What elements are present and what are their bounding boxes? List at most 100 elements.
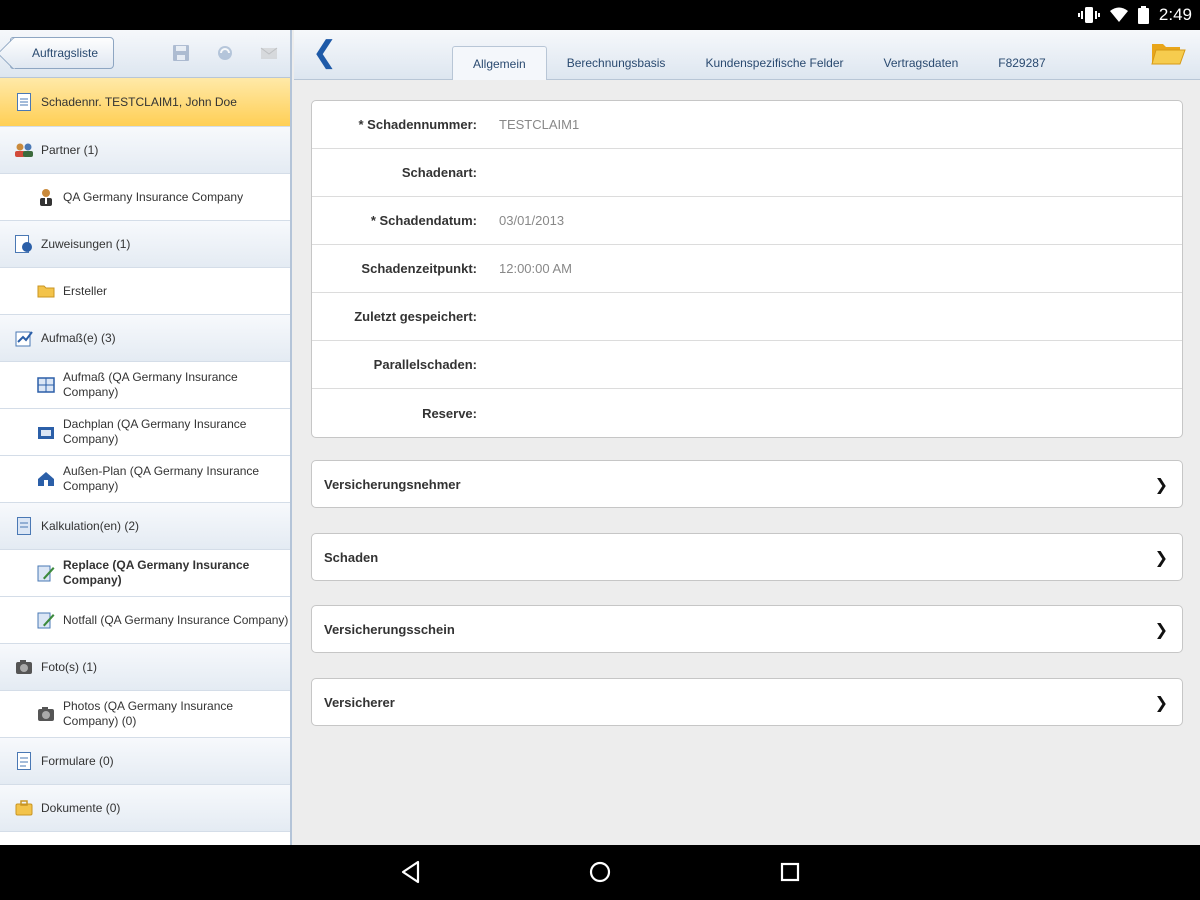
home-nav-icon[interactable] <box>587 859 613 885</box>
section-title: Schaden <box>324 549 379 565</box>
back-nav-icon[interactable] <box>398 859 424 885</box>
assignment-icon <box>14 234 34 254</box>
system-navigation-bar <box>0 845 1200 900</box>
section-policy[interactable]: Versicherungsschein ❯ <box>311 605 1183 653</box>
order-list-back-label: Auftragsliste <box>31 46 99 60</box>
tree-item-label: Photos (QA Germany Insurance Company) (0… <box>63 699 234 728</box>
status-icons: 2:49 <box>1077 4 1192 26</box>
sidebar: Auftragsliste Schadennr. TESTCLAIM1, Joh… <box>0 30 292 845</box>
tree-item-label: Zuweisungen (1) <box>41 236 131 251</box>
field-row-claim-date: * Schadendatum: 03/01/2013 <box>312 197 1182 245</box>
mail-icon[interactable] <box>260 44 278 62</box>
claim-time-value[interactable]: 12:00:00 AM <box>499 261 572 276</box>
calculation-icon <box>14 516 34 536</box>
recents-nav-icon[interactable] <box>777 859 803 885</box>
sidebar-toolbar: Auftragsliste <box>0 30 290 78</box>
tree-item-label: QA Germany Insurance Company <box>63 189 244 204</box>
tree-item-label: Kalkulation(en) (2) <box>41 518 140 533</box>
tab-custom-fields[interactable]: Kundenspezifische Felder <box>685 46 863 80</box>
tree-category-documents[interactable]: Dokumente (0) <box>0 785 290 832</box>
edit-doc-icon <box>36 610 56 630</box>
field-row-last-saved: Zuletzt gespeichert: <box>312 293 1182 341</box>
tree-item-label: Replace (QA Germany Insurance Company) <box>63 558 250 587</box>
wifi-icon <box>1109 7 1128 22</box>
section-title: Versicherungsnehmer <box>324 476 461 492</box>
tree-item-roofplan[interactable]: Dachplan (QA Germany Insurance Company) <box>0 409 290 456</box>
tree-item-partner-company[interactable]: QA Germany Insurance Company <box>0 174 290 221</box>
chevron-right-icon: ❯ <box>1154 474 1168 494</box>
field-label: Schadenart: <box>401 165 477 180</box>
tree-item-calc-replace[interactable]: Replace (QA Germany Insurance Company) <box>0 550 290 597</box>
tree-item-creator[interactable]: Ersteller <box>0 268 290 315</box>
app-window: Auftragsliste Schadennr. TESTCLAIM1, Joh… <box>0 30 1200 845</box>
vibrate-icon <box>1077 7 1100 23</box>
tree-item-photos[interactable]: Photos (QA Germany Insurance Company) (0… <box>0 691 290 738</box>
tab-general[interactable]: Allgemein <box>452 46 547 80</box>
tree-item-claim[interactable]: Schadennr. TESTCLAIM1, John Doe <box>0 78 290 127</box>
open-folder-icon[interactable] <box>1150 38 1186 68</box>
tab-calculation-basis[interactable]: Berechnungsbasis <box>547 46 686 80</box>
tree-item-label: Aufmaß(e) (3) <box>41 330 116 345</box>
briefcase-icon <box>14 798 34 818</box>
tree-category-partner[interactable]: Partner (1) <box>0 127 290 174</box>
main-toolbar: ❮ Allgemein Berechnungsbasis Kundenspezi… <box>294 30 1200 80</box>
document-icon <box>14 92 34 112</box>
tree-item-label: Partner (1) <box>41 142 99 157</box>
tree-item-label: Außen-Plan (QA Germany Insurance Company… <box>63 464 260 493</box>
chevron-right-icon: ❯ <box>1154 547 1168 567</box>
claim-number-value[interactable]: TESTCLAIM1 <box>499 117 579 132</box>
field-label: Parallelschaden: <box>373 357 477 372</box>
section-policyholder[interactable]: Versicherungsnehmer ❯ <box>311 460 1183 508</box>
field-row-claim-number: * Schadennummer: TESTCLAIM1 <box>312 101 1182 149</box>
section-insurer[interactable]: Versicherer ❯ <box>311 678 1183 726</box>
field-label: * Schadennummer: <box>358 117 477 132</box>
tree-item-label: Notfall (QA Germany Insurance Company) <box>63 612 289 627</box>
general-fields-card: * Schadennummer: TESTCLAIM1 Schadenart: … <box>311 100 1183 438</box>
section-damage[interactable]: Schaden ❯ <box>311 533 1183 581</box>
chevron-right-icon: ❯ <box>1154 619 1168 639</box>
edit-doc-icon <box>36 563 56 583</box>
field-row-claim-time: Schadenzeitpunkt: 12:00:00 AM <box>312 245 1182 293</box>
claim-date-value[interactable]: 03/01/2013 <box>499 213 564 228</box>
measure-icon <box>14 328 34 348</box>
clock: 2:49 <box>1158 5 1192 24</box>
floorplan-icon <box>36 375 56 395</box>
form-icon <box>14 751 34 771</box>
tree-item-calc-emergency[interactable]: Notfall (QA Germany Insurance Company) <box>0 597 290 644</box>
tree-item-label: Ersteller <box>63 283 108 298</box>
sync-icon[interactable] <box>216 44 234 62</box>
field-label: Reserve: <box>422 405 477 421</box>
field-label: Zuletzt gespeichert: <box>354 309 477 324</box>
order-list-back-button[interactable]: Auftragsliste <box>10 37 114 69</box>
battery-icon <box>1137 6 1149 24</box>
section-title: Versicherungsschein <box>324 621 455 637</box>
field-row-reserve: Reserve: <box>312 389 1182 437</box>
tab-bar: Allgemein Berechnungsbasis Kundenspezifi… <box>452 46 1066 80</box>
tree-item-exterior-plan[interactable]: Außen-Plan (QA Germany Insurance Company… <box>0 456 290 503</box>
chevron-right-icon: ❯ <box>1154 692 1168 712</box>
status-bar: 2:49 <box>0 0 1200 30</box>
camera-icon <box>36 704 56 724</box>
save-icon[interactable] <box>172 44 190 62</box>
tree-category-assignments[interactable]: Zuweisungen (1) <box>0 221 290 268</box>
section-title: Versicherer <box>324 694 395 710</box>
person-icon <box>36 187 56 207</box>
tree-category-measurements[interactable]: Aufmaß(e) (3) <box>0 315 290 362</box>
tab-contract-data[interactable]: Vertragsdaten <box>864 46 979 80</box>
back-chevron-icon[interactable]: ❮ <box>312 38 337 68</box>
tab-f829287[interactable]: F829287 <box>978 46 1065 80</box>
house-icon <box>36 469 56 489</box>
tree-category-calculations[interactable]: Kalkulation(en) (2) <box>0 503 290 550</box>
tree-item-label: Schadennr. TESTCLAIM1, John Doe <box>41 94 237 109</box>
main-panel: ❮ Allgemein Berechnungsbasis Kundenspezi… <box>294 30 1200 845</box>
tree-item-measurement[interactable]: Aufmaß (QA Germany Insurance Company) <box>0 362 290 409</box>
tree-item-label: Dachplan (QA Germany Insurance Company) <box>63 417 247 446</box>
field-row-claim-type: Schadenart: <box>312 149 1182 197</box>
tree-item-label: Formulare (0) <box>41 753 114 768</box>
people-icon <box>14 140 34 160</box>
tree-category-photos[interactable]: Foto(s) (1) <box>0 644 290 691</box>
field-row-parallel-claim: Parallelschaden: <box>312 341 1182 389</box>
tree-item-label: Dokumente (0) <box>41 800 121 815</box>
tree-category-forms[interactable]: Formulare (0) <box>0 738 290 785</box>
camera-icon <box>14 657 34 677</box>
